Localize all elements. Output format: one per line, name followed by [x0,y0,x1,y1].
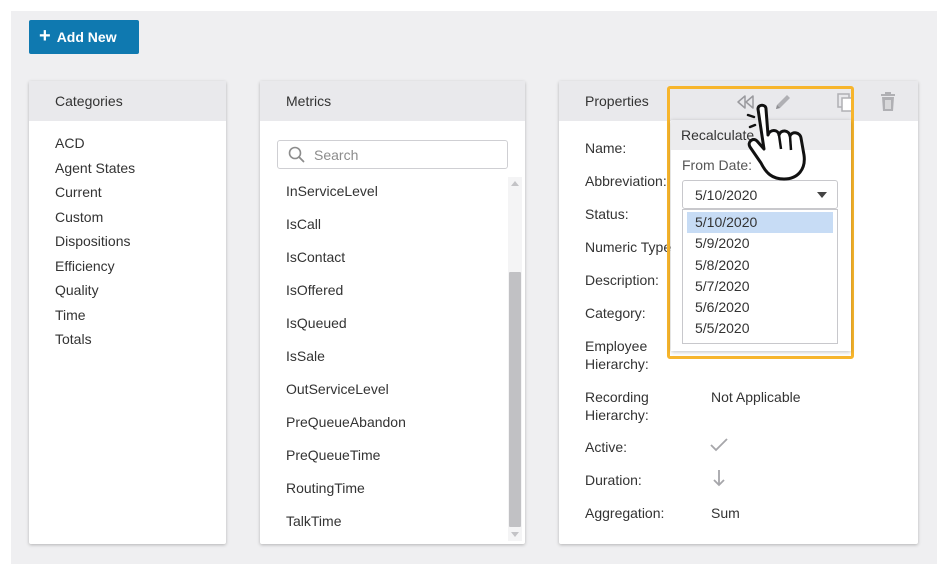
add-new-button[interactable]: + Add New [29,20,139,54]
categories-panel: Categories ACD Agent States Current Cust… [29,81,226,544]
date-option[interactable]: 5/6/2020 [687,297,833,318]
categories-header: Categories [29,81,226,121]
category-item[interactable]: Efficiency [55,254,226,279]
search-icon [288,146,305,163]
checkmark-icon [710,438,728,452]
metric-item[interactable]: InServiceLevel [286,181,406,214]
prop-category-label: Category: [585,305,646,321]
category-item[interactable]: Totals [55,327,226,352]
prop-employee-hierarchy-line2: Hierarchy: [585,356,649,372]
metric-item[interactable]: IsSale [286,346,406,379]
metric-item[interactable]: IsQueued [286,313,406,346]
prop-recording-hierarchy-line1: Recording [585,389,649,405]
prop-recording-hierarchy-value: Not Applicable [711,389,801,405]
metrics-header: Metrics [260,81,525,121]
metrics-panel: Metrics InServiceLevel IsCall IsContact … [260,81,525,544]
from-date-selected-value: 5/10/2020 [695,186,758,203]
metric-item[interactable]: IsCall [286,214,406,247]
search-input[interactable] [314,146,494,163]
category-item[interactable]: Current [55,180,226,205]
date-option[interactable]: 5/9/2020 [687,233,833,254]
pointing-hand-icon [746,103,806,181]
prop-description-label: Description: [585,272,659,288]
prop-recording-hierarchy-line2: Hierarchy: [585,407,649,423]
metrics-search[interactable] [277,140,508,169]
date-option[interactable]: 5/5/2020 [687,318,833,339]
metric-item[interactable]: OutServiceLevel [286,379,406,412]
category-item[interactable]: Quality [55,278,226,303]
category-item[interactable]: ACD [55,131,226,156]
prop-recording-hierarchy-label: Recording Hierarchy: [585,388,649,424]
prop-aggregation-value: Sum [711,505,740,521]
date-option[interactable]: 5/10/2020 [687,212,833,234]
prop-duration-label: Duration: [585,472,642,488]
date-option[interactable]: 5/7/2020 [687,276,833,297]
arrow-down-icon [713,470,725,487]
prop-name-label: Name: [585,140,627,156]
caret-down-icon [817,192,827,198]
metric-item[interactable]: TalkTime [286,511,406,544]
metric-item[interactable]: IsContact [286,247,406,280]
category-item[interactable]: Custom [55,205,226,230]
prop-employee-hierarchy-label: Employee Hierarchy: [585,337,649,373]
plus-icon: + [39,25,51,47]
metrics-list: InServiceLevel IsCall IsContact IsOffere… [286,181,406,544]
metric-item[interactable]: PreQueueTime [286,445,406,478]
prop-abbreviation-label: Abbreviation: [585,173,667,189]
from-date-select[interactable]: 5/10/2020 [682,180,838,209]
category-item[interactable]: Dispositions [55,229,226,254]
from-date-options: 5/10/2020 5/9/2020 5/8/2020 5/7/2020 5/6… [682,209,838,344]
prop-aggregation-label: Aggregation: [585,505,665,521]
prop-numeric-type-label: Numeric Type: [585,239,675,255]
metric-item[interactable]: PreQueueAbandon [286,412,406,445]
scroll-down-icon[interactable] [511,532,519,537]
prop-employee-hierarchy-line1: Employee [585,338,648,354]
category-item[interactable]: Agent States [55,156,226,181]
category-item[interactable]: Time [55,303,226,328]
metric-item[interactable]: RoutingTime [286,478,406,511]
categories-list: ACD Agent States Current Custom Disposit… [29,121,226,352]
metric-item[interactable]: IsOffered [286,280,406,313]
prop-active-label: Active: [585,439,628,455]
date-option[interactable]: 5/8/2020 [687,255,833,276]
prop-status-label: Status: [585,206,629,222]
metrics-scrollbar[interactable] [508,177,522,541]
scrollbar-thumb[interactable] [509,272,521,527]
scroll-up-icon[interactable] [511,181,519,186]
add-new-label: Add New [56,29,117,45]
trash-icon[interactable] [879,92,897,112]
from-date-label: From Date: [682,157,753,173]
